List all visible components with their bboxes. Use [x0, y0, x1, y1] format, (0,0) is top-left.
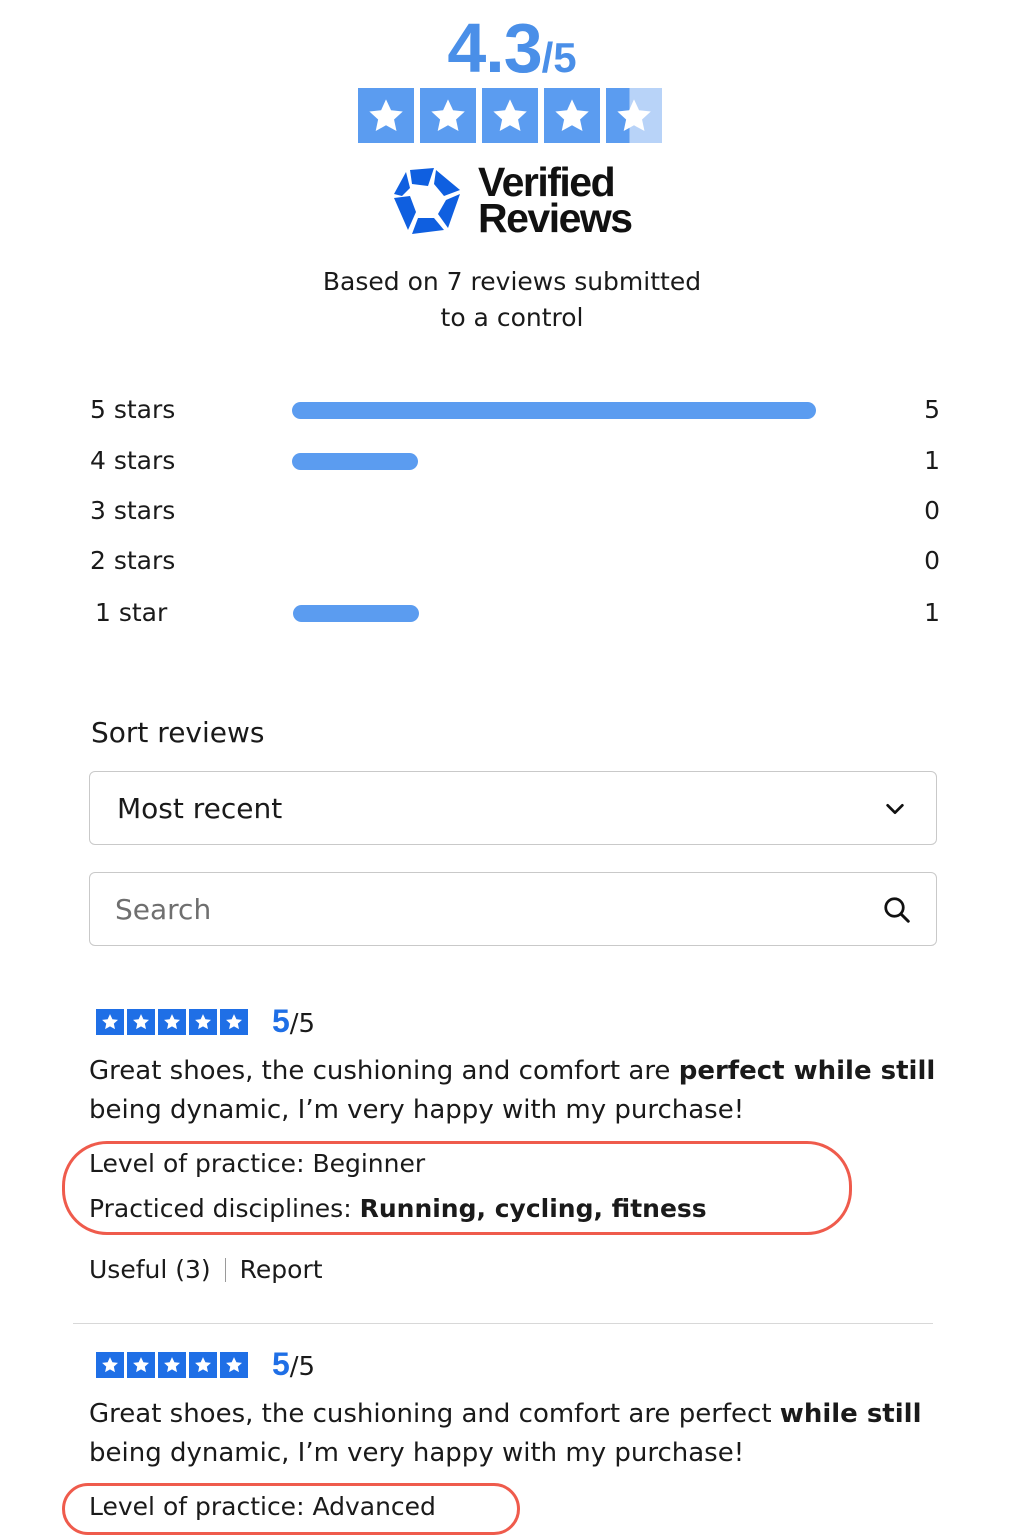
- rating-row-1[interactable]: 1 star 1: [90, 593, 940, 633]
- rating-row-label: 2 stars: [90, 546, 176, 575]
- sort-selected-value: Most recent: [117, 792, 283, 825]
- star-icon: [220, 1351, 248, 1378]
- rating-row-2[interactable]: 2 stars 0: [90, 541, 940, 581]
- star-icon: [544, 88, 600, 143]
- search-input[interactable]: [115, 889, 855, 929]
- rating-row-count: 5: [924, 395, 940, 424]
- review-actions: Useful (3) Report: [89, 1252, 323, 1288]
- star-icon: [158, 1008, 186, 1035]
- review-score-out-of: /5: [289, 1352, 316, 1382]
- search-box: [89, 872, 937, 946]
- star-icon: [189, 1351, 217, 1378]
- level-label: Level of practice:: [89, 1149, 313, 1178]
- rating-row-label: 1 star: [95, 598, 168, 627]
- review-basis-line-2: to a control: [440, 303, 584, 332]
- level-value: Advanced: [312, 1492, 436, 1521]
- disciplines-label: Practiced disciplines:: [89, 1194, 360, 1223]
- practiced-disciplines: Practiced disciplines: Running, cycling,…: [89, 1189, 707, 1229]
- level-value: Beginner: [312, 1149, 426, 1178]
- star-icon: [189, 1008, 217, 1035]
- review-text-part: Great shoes, the cushioning and comfort …: [89, 1399, 780, 1429]
- rating-bar: [292, 402, 816, 419]
- review-rating: 5/5: [96, 1003, 315, 1040]
- verified-reviews-logo-icon: [394, 168, 460, 234]
- chevron-down-icon: [886, 803, 904, 815]
- brand-line-2: Reviews: [478, 195, 633, 241]
- review-basis-text: Based on 7 reviews submitted to a contro…: [0, 264, 1024, 336]
- average-stars: [358, 88, 662, 143]
- rating-row-label: 3 stars: [90, 496, 176, 525]
- review-text-part: being dynamic, I’m very happy with my pu…: [89, 1438, 745, 1468]
- rating-row-4[interactable]: 4 stars 1: [90, 441, 940, 481]
- useful-button[interactable]: Useful (3): [89, 1252, 211, 1288]
- rating-row-count: 0: [924, 496, 940, 525]
- search-icon[interactable]: [882, 895, 912, 925]
- average-score-out-of: /5: [541, 34, 577, 81]
- action-divider: [224, 1258, 226, 1282]
- rating-row-label: 4 stars: [90, 446, 176, 475]
- rating-row-count: 1: [924, 598, 940, 627]
- review-score-value: 5: [272, 1346, 290, 1382]
- review-basis-line-1: Based on 7 reviews submitted: [322, 267, 702, 296]
- review-score: 5/5: [272, 1003, 315, 1040]
- star-icon: [158, 1351, 186, 1378]
- rating-row-label: 5 stars: [90, 395, 176, 424]
- review-text-emphasis: while still: [779, 1399, 922, 1429]
- star-icon: [96, 1008, 124, 1035]
- rating-bar: [292, 453, 418, 470]
- rating-row-count: 0: [924, 546, 940, 575]
- review-text-part: Great shoes, the cushioning and comfort …: [89, 1056, 679, 1086]
- review-score: 5/5: [272, 1346, 315, 1383]
- verified-reviews-logo: Verified Reviews: [390, 162, 633, 241]
- review-score-value: 5: [272, 1003, 290, 1039]
- star-half-icon: [606, 88, 662, 143]
- star-icon: [358, 88, 414, 143]
- star-icon: [127, 1351, 155, 1378]
- review-stars: [96, 1351, 248, 1378]
- review-divider: [73, 1323, 933, 1324]
- level-of-practice: Level of practice: Advanced: [89, 1487, 436, 1527]
- sort-reviews-title: Sort reviews: [91, 716, 265, 749]
- star-icon: [96, 1351, 124, 1378]
- sort-select[interactable]: Most recent: [89, 771, 937, 845]
- level-of-practice: Level of practice: Beginner: [89, 1144, 425, 1184]
- level-label: Level of practice:: [89, 1492, 313, 1521]
- rating-bar: [293, 605, 419, 622]
- review-text-part: being dynamic, I’m very happy with my pu…: [89, 1095, 745, 1125]
- average-score: 4.3/5: [0, 8, 1024, 88]
- review-text: Great shoes, the cushioning and comfort …: [89, 1395, 949, 1473]
- review-stars: [96, 1008, 248, 1035]
- review-rating: 5/5: [96, 1346, 315, 1383]
- star-icon: [220, 1008, 248, 1035]
- average-score-value: 4.3: [447, 9, 542, 87]
- star-icon: [127, 1008, 155, 1035]
- disciplines-value: Running, cycling, fitness: [359, 1194, 707, 1223]
- rating-row-5[interactable]: 5 stars 5: [90, 390, 940, 430]
- review-text: Great shoes, the cushioning and comfort …: [89, 1052, 949, 1130]
- review-score-out-of: /5: [289, 1009, 316, 1039]
- rating-row-count: 1: [924, 446, 940, 475]
- rating-row-3[interactable]: 3 stars 0: [90, 491, 940, 531]
- report-button[interactable]: Report: [240, 1252, 323, 1288]
- star-icon: [482, 88, 538, 143]
- review-text-emphasis: perfect while still: [678, 1056, 936, 1086]
- verified-reviews-wordmark: Verified Reviews: [478, 162, 633, 241]
- star-icon: [420, 88, 476, 143]
